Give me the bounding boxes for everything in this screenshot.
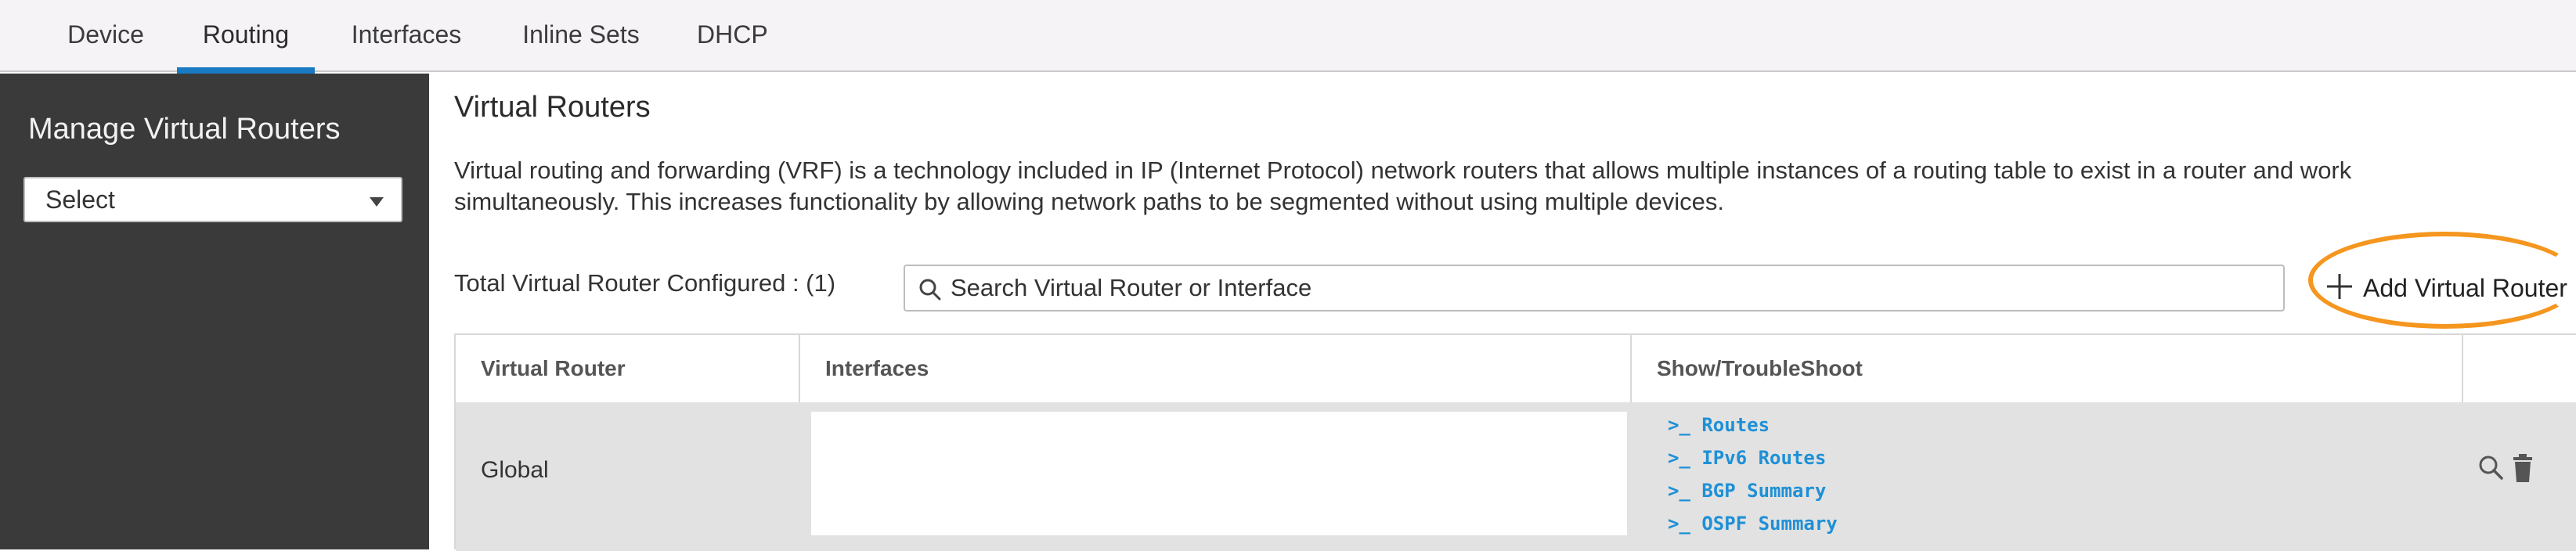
tab-label: Device [67, 20, 144, 49]
row-actions [2476, 452, 2570, 487]
tab-label: DHCP [697, 20, 768, 49]
virtual-routers-table: Virtual Router Interfaces Show/TroubleSh… [454, 333, 2576, 551]
ospf-summary-link[interactable]: >_ OSPF Summary [1668, 507, 1838, 540]
caret-down-icon [370, 197, 384, 207]
column-header-actions [2463, 335, 2576, 402]
ipv6-routes-link[interactable]: >_ IPv6 Routes [1668, 441, 1838, 474]
active-tab-indicator [177, 67, 315, 74]
plus-icon [2327, 274, 2352, 299]
trash-icon[interactable] [2507, 452, 2538, 484]
page-description: Virtual routing and forwarding (VRF) is … [454, 157, 2352, 215]
column-header-interfaces: Interfaces [800, 335, 1632, 402]
tab-label: Interfaces [351, 20, 462, 49]
tab-label: Inline Sets [522, 20, 640, 49]
troubleshoot-links: >_ Routes >_ IPv6 Routes >_ BGP Summary … [1668, 409, 1838, 540]
add-virtual-router-button[interactable]: Add Virtual Router [2324, 260, 2576, 316]
virtual-router-select[interactable]: Select [23, 177, 402, 222]
interfaces-cell [811, 412, 1627, 535]
routes-link[interactable]: >_ Routes [1668, 409, 1838, 441]
main-content: Virtual Routers Virtual routing and forw… [429, 74, 2576, 551]
column-header-show-troubleshoot: Show/TroubleShoot [1632, 335, 2463, 402]
tab-device[interactable]: Device [66, 0, 146, 72]
page-title: Virtual Routers [454, 91, 651, 124]
tab-label: Routing [202, 20, 290, 49]
total-count-label: Total Virtual Router Configured : (1) [454, 269, 836, 297]
search-placeholder: Search Virtual Router or Interface [951, 274, 1312, 301]
tab-interfaces[interactable]: Interfaces [348, 0, 465, 72]
select-value: Select [45, 185, 115, 214]
search-input[interactable]: Search Virtual Router or Interface [904, 265, 2285, 312]
sidebar: Manage Virtual Routers Select [0, 74, 429, 549]
top-navigation: Device Routing Interfaces Inline Sets DH… [0, 0, 2576, 74]
table-row: Global >_ Routes >_ IPv6 Routes >_ BGP S… [456, 402, 2576, 551]
tab-inline-sets[interactable]: Inline Sets [520, 0, 642, 72]
search-icon[interactable] [2476, 452, 2507, 484]
column-header-virtual-router: Virtual Router [456, 335, 800, 402]
tab-dhcp[interactable]: DHCP [697, 0, 768, 72]
virtual-router-name: Global [481, 457, 549, 483]
bgp-summary-link[interactable]: >_ BGP Summary [1668, 474, 1838, 507]
search-icon [919, 279, 941, 301]
tab-routing[interactable]: Routing [177, 0, 315, 74]
add-button-label: Add Virtual Router [2363, 274, 2567, 302]
sidebar-title: Manage Virtual Routers [28, 113, 341, 146]
